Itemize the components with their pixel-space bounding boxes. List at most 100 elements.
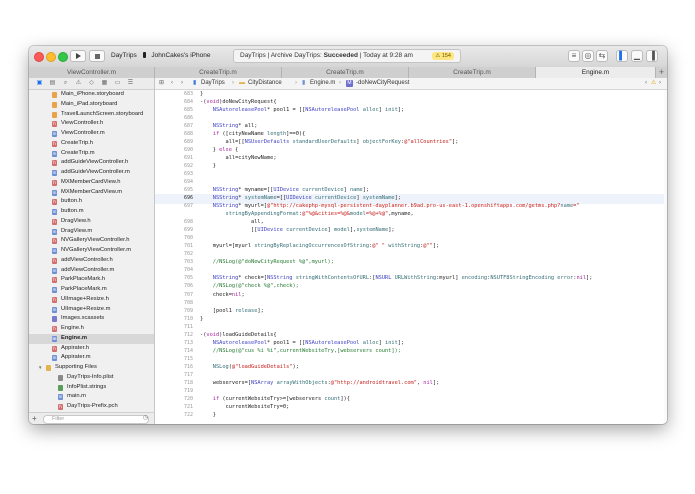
toggle-debug-button[interactable]: ▁ [631, 50, 643, 62]
file-item[interactable]: h Appirater.h [29, 344, 154, 354]
file-item[interactable]: m DragView.m [29, 227, 154, 237]
jump-group[interactable]: CityDistance [248, 78, 282, 89]
file-name: UIImage+Resize.h [61, 295, 109, 302]
m-file-icon: ▮ [302, 80, 306, 86]
tab-createtrip-2[interactable]: CreateTrip.m [282, 67, 409, 78]
test-icon[interactable]: ◇ [88, 80, 95, 87]
file-item[interactable]: InfoPlist.strings [29, 383, 154, 393]
file-item[interactable]: m Appirater.m [29, 353, 154, 363]
zoom-window-button[interactable] [58, 52, 68, 62]
file-item[interactable]: m addGuideViewController.m [29, 168, 154, 178]
filter-field[interactable]: Filter [43, 415, 149, 424]
recent-files-icon[interactable]: ◷ [143, 413, 148, 424]
file-item[interactable]: m MXMemberCardView.m [29, 188, 154, 198]
file-item[interactable]: Images.xcassets [29, 314, 154, 324]
folder-icon [46, 365, 51, 371]
related-items-icon[interactable]: ⊞ [159, 78, 164, 89]
tab-viewcontroller[interactable]: ViewController.m [29, 67, 155, 78]
tab-createtrip-3[interactable]: CreateTrip.m [409, 67, 536, 78]
jump-symbol[interactable]: -doNewCityRequest [356, 78, 409, 89]
minimize-window-button[interactable] [46, 52, 56, 62]
file-name: UIImage+Resize.m [61, 305, 111, 312]
file-item[interactable]: h button.h [29, 197, 154, 207]
file-item[interactable]: m ParkPlaceMark.m [29, 285, 154, 295]
version-editor-button[interactable]: ⇆ [596, 50, 608, 62]
storyboard-icon [52, 111, 57, 118]
disclosure-triangle-icon[interactable]: ▼ [38, 363, 42, 373]
file-name: button.h [61, 198, 82, 205]
file-name: TravelLaunchScreen.storyboard [61, 110, 144, 117]
standard-editor-button[interactable]: ≡ [568, 50, 580, 62]
file-item[interactable]: h Engine.h [29, 324, 154, 334]
file-item[interactable]: m Engine.m [29, 333, 154, 344]
symbol-icon[interactable]: ▤ [49, 80, 56, 87]
source-file-icon: m [52, 287, 57, 293]
file-item[interactable]: TravelLaunchScreen.storyboard [29, 110, 154, 120]
file-item[interactable]: m NVGalleryViewController.m [29, 246, 154, 256]
add-file-icon[interactable]: + [32, 413, 37, 424]
add-tab-button[interactable]: + [656, 67, 667, 78]
file-name: Appirater.h [61, 344, 90, 351]
group-folder-icon: ▬ [239, 80, 245, 86]
warning-badge[interactable]: ⚠ 154 [432, 52, 454, 60]
scheme-selector[interactable]: DayTrips JohnCakes's iPhone [111, 50, 214, 62]
jump-file[interactable]: Engine.m [310, 78, 335, 89]
file-item[interactable]: h DayTrips-Prefix.pch [29, 402, 154, 412]
file-item[interactable]: h addGuideViewController.h [29, 158, 154, 168]
file-item[interactable]: h addViewController.h [29, 256, 154, 266]
file-item[interactable]: h ViewController.h [29, 119, 154, 129]
destination-label: JohnCakes's iPhone [151, 52, 211, 59]
file-name: MXMemberCardView.h [61, 178, 121, 185]
issue-icon[interactable]: ⚠ [75, 80, 82, 87]
file-item[interactable]: h NVGalleryViewController.h [29, 236, 154, 246]
run-button[interactable] [70, 50, 86, 62]
search-icon[interactable]: ⌕ [62, 80, 69, 87]
file-item[interactable]: m main.m [29, 392, 154, 402]
header-file-icon: h [52, 121, 57, 128]
toggle-navigator-button[interactable]: ▌ [616, 50, 628, 62]
toggle-utilities-button[interactable]: ▐ [646, 50, 658, 62]
file-name: DayTrips-Prefix.pch [67, 403, 118, 409]
source-file-icon: m [52, 355, 57, 362]
file-item[interactable]: m UIImage+Resize.m [29, 305, 154, 315]
activity-project: DayTrips [240, 52, 266, 59]
folder-icon[interactable]: ▣ [36, 80, 43, 87]
jump-project[interactable]: DayTrips [201, 78, 225, 89]
issue-warning-icon[interactable]: ⚠ [651, 78, 656, 89]
version-editor-icon: ⇆ [598, 51, 606, 60]
file-item[interactable]: h ParkPlaceMark.h [29, 275, 154, 285]
editor-scrollbar[interactable] [664, 90, 667, 424]
breakpoint-icon[interactable]: ▭ [114, 80, 121, 87]
next-issue-icon[interactable]: › [659, 78, 661, 89]
tab-engine[interactable]: Engine.m [536, 67, 656, 78]
file-item[interactable]: h DragView.h [29, 217, 154, 227]
file-item[interactable]: m button.m [29, 207, 154, 217]
plist-icon [58, 374, 63, 381]
close-window-button[interactable] [34, 52, 44, 62]
file-item[interactable]: m CreateTrip.m [29, 149, 154, 159]
file-item[interactable]: Main_iPhone.storyboard [29, 90, 154, 100]
file-item[interactable]: DayTrips-Info.plist [29, 373, 154, 383]
file-item[interactable]: h MXMemberCardView.h [29, 178, 154, 188]
file-item[interactable]: ▼ Supporting Files [29, 363, 154, 373]
debug-panel-icon: ▁ [633, 51, 641, 60]
file-item[interactable]: Main_iPad.storyboard [29, 100, 154, 110]
tab-createtrip-1[interactable]: CreateTrip.m [155, 67, 282, 78]
file-item[interactable]: h CreateTrip.h [29, 139, 154, 149]
file-item[interactable]: m ViewController.m [29, 129, 154, 139]
forward-arrow-icon[interactable]: › [181, 78, 183, 89]
source-file-icon: m [52, 306, 57, 313]
assistant-editor-button[interactable]: ◎ [582, 50, 594, 62]
line-number[interactable]: 722 [155, 411, 193, 420]
code-area[interactable]: 683} 684 -(void)doNewCityRequest{685 NSAut… [155, 90, 667, 424]
file-item[interactable]: h UIImage+Resize.h [29, 295, 154, 305]
previous-issue-icon[interactable]: ‹ [645, 78, 647, 89]
file-name: ParkPlaceMark.h [61, 276, 106, 283]
debug-icon[interactable]: ▦ [101, 80, 108, 87]
scheme-label: DayTrips [111, 52, 137, 59]
report-icon[interactable]: ☰ [127, 80, 134, 87]
file-item[interactable]: m addViewController.m [29, 266, 154, 276]
stop-button[interactable] [89, 50, 105, 62]
header-file-icon: h [52, 277, 57, 284]
back-arrow-icon[interactable]: ‹ [171, 78, 173, 89]
